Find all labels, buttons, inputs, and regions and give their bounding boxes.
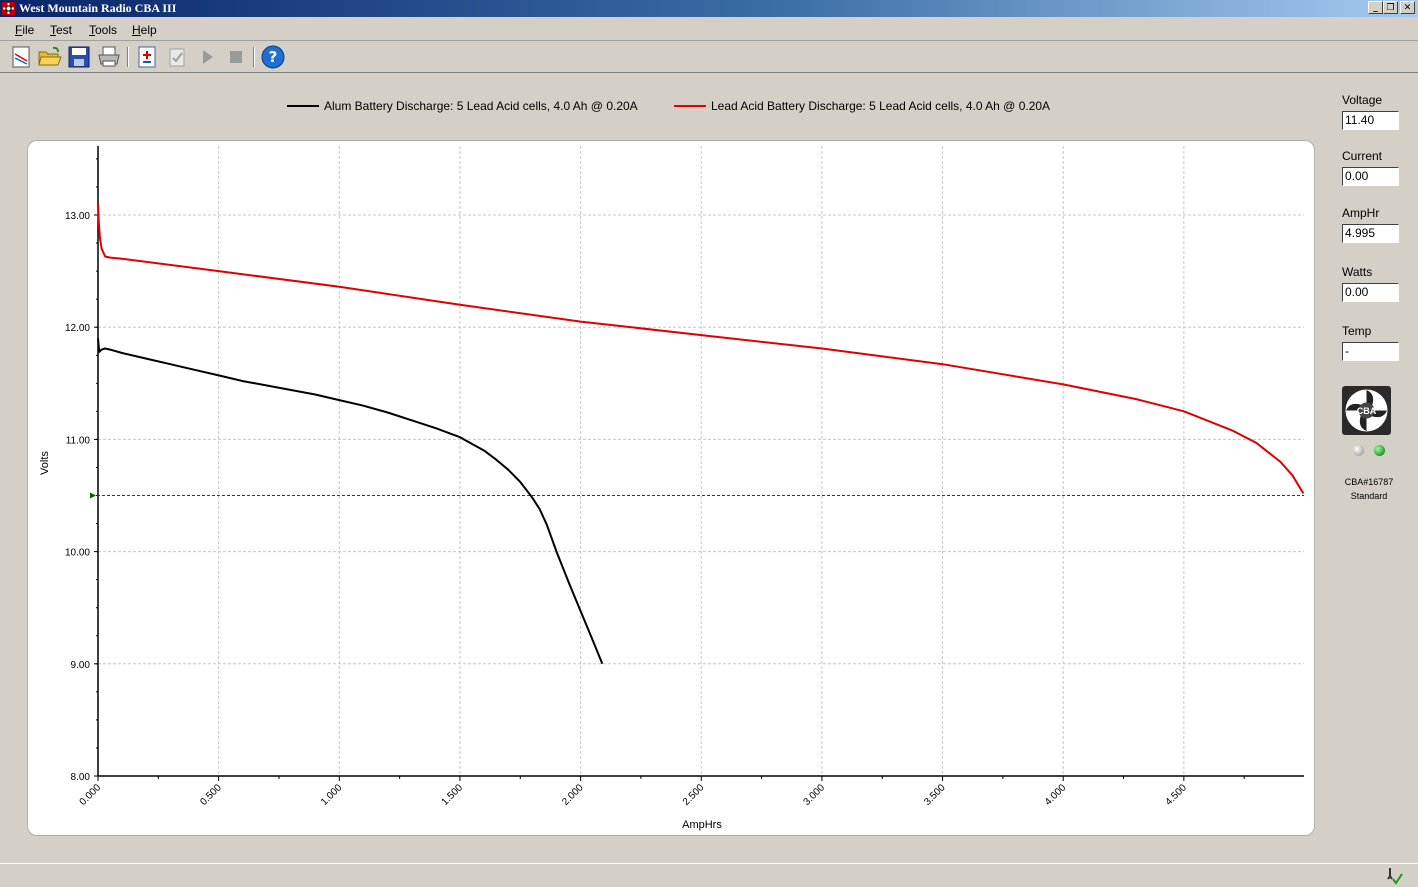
temp-label: Temp <box>1342 324 1372 338</box>
menu-tools[interactable]: Tools <box>89 23 117 37</box>
device-type: Standard <box>1350 491 1388 501</box>
open-folder-icon[interactable] <box>38 45 62 69</box>
y-tick-label: 12.00 <box>65 323 90 334</box>
watts-field[interactable]: 0.00 <box>1342 283 1399 302</box>
y-tick-label: 11.00 <box>66 435 91 446</box>
y-tick-label: 9.00 <box>71 660 91 671</box>
x-tick-label: 3.000 <box>802 782 828 808</box>
y-tick-label: 8.00 <box>71 772 91 783</box>
status-led-connected <box>1374 445 1385 456</box>
toolbar-separator <box>127 47 129 67</box>
y-tick-label: 13.00 <box>65 211 90 222</box>
toolbar: ? <box>0 41 1418 73</box>
amphr-label: AmpHr <box>1342 206 1380 220</box>
legend-label-alum: Alum Battery Discharge: 5 Lead Acid cell… <box>324 99 638 113</box>
toolbar-separator <box>253 47 255 67</box>
discharge-chart: 8.00 9.00 10.00 11.00 12.00 13.00 0.000 0.500 1.… <box>39 146 1305 831</box>
cutoff-marker-arrow <box>90 492 96 499</box>
x-tick-label: 0.000 <box>78 782 104 808</box>
cba-logo-text: CBA <box>1357 406 1377 416</box>
status-led-idle <box>1353 445 1364 456</box>
new-graph-icon[interactable] <box>9 45 33 69</box>
series-line-alum <box>97 338 604 665</box>
x-tick-label: 0.500 <box>198 782 224 808</box>
menu-bar: File Test Tools Help <box>0 18 1418 41</box>
x-tick-label: 2.000 <box>560 782 586 808</box>
window-title: West Mountain Radio CBA III <box>19 1 177 15</box>
minimize-button[interactable]: _ <box>1368 1 1383 14</box>
voltage-label: Voltage <box>1342 93 1383 107</box>
current-label: Current <box>1342 149 1383 163</box>
test-check-icon[interactable] <box>165 45 189 69</box>
amphr-field[interactable]: 4.995 <box>1342 224 1399 243</box>
x-tick-label: 1.000 <box>319 782 345 808</box>
print-icon[interactable] <box>97 45 121 69</box>
voltage-field[interactable]: 11.40 <box>1342 111 1399 130</box>
menu-file[interactable]: File <box>15 23 34 37</box>
x-tick-label: 4.000 <box>1043 782 1069 808</box>
x-axis-title: AmpHrs <box>682 819 722 831</box>
legend-label-lead: Lead Acid Battery Discharge: 5 Lead Acid… <box>711 99 1051 113</box>
current-field[interactable]: 0.00 <box>1342 167 1399 186</box>
x-tick-label: 3.500 <box>922 782 948 808</box>
add-cba-icon[interactable] <box>135 45 159 69</box>
title-bar: West Mountain Radio CBA III _ ❐ ✕ <box>0 0 1418 17</box>
stop-icon[interactable] <box>224 45 248 69</box>
help-icon[interactable]: ? <box>261 45 285 69</box>
y-axis-title: Volts <box>39 451 51 475</box>
legend-swatch-alum <box>287 105 319 107</box>
menu-test[interactable]: Test <box>50 23 72 37</box>
x-tick-label: 1.500 <box>440 782 466 808</box>
restore-button[interactable]: ❐ <box>1383 1 1398 14</box>
status-bar <box>0 863 1418 887</box>
cba-fan-logo[interactable]: CBA <box>1342 386 1391 435</box>
play-icon[interactable] <box>195 45 219 69</box>
svg-text:?: ? <box>269 48 278 66</box>
menu-help[interactable]: Help <box>132 23 157 37</box>
plot-panel: 8.00 9.00 10.00 11.00 12.00 13.00 0.000 0.500 1.… <box>27 140 1315 836</box>
x-tick-label: 2.500 <box>681 782 707 808</box>
app-icon <box>2 2 15 15</box>
temp-field[interactable]: - <box>1342 342 1399 361</box>
close-button[interactable]: ✕ <box>1400 1 1415 14</box>
x-tick-label: 4.500 <box>1163 782 1189 808</box>
device-id: CBA#16787 <box>1344 477 1394 487</box>
watts-label: Watts <box>1342 265 1373 279</box>
save-icon[interactable] <box>67 45 91 69</box>
connection-status-icon <box>1387 868 1403 885</box>
legend-swatch-lead <box>674 105 706 107</box>
series-line-lead <box>97 203 1305 494</box>
y-tick-label: 10.00 <box>65 548 90 559</box>
